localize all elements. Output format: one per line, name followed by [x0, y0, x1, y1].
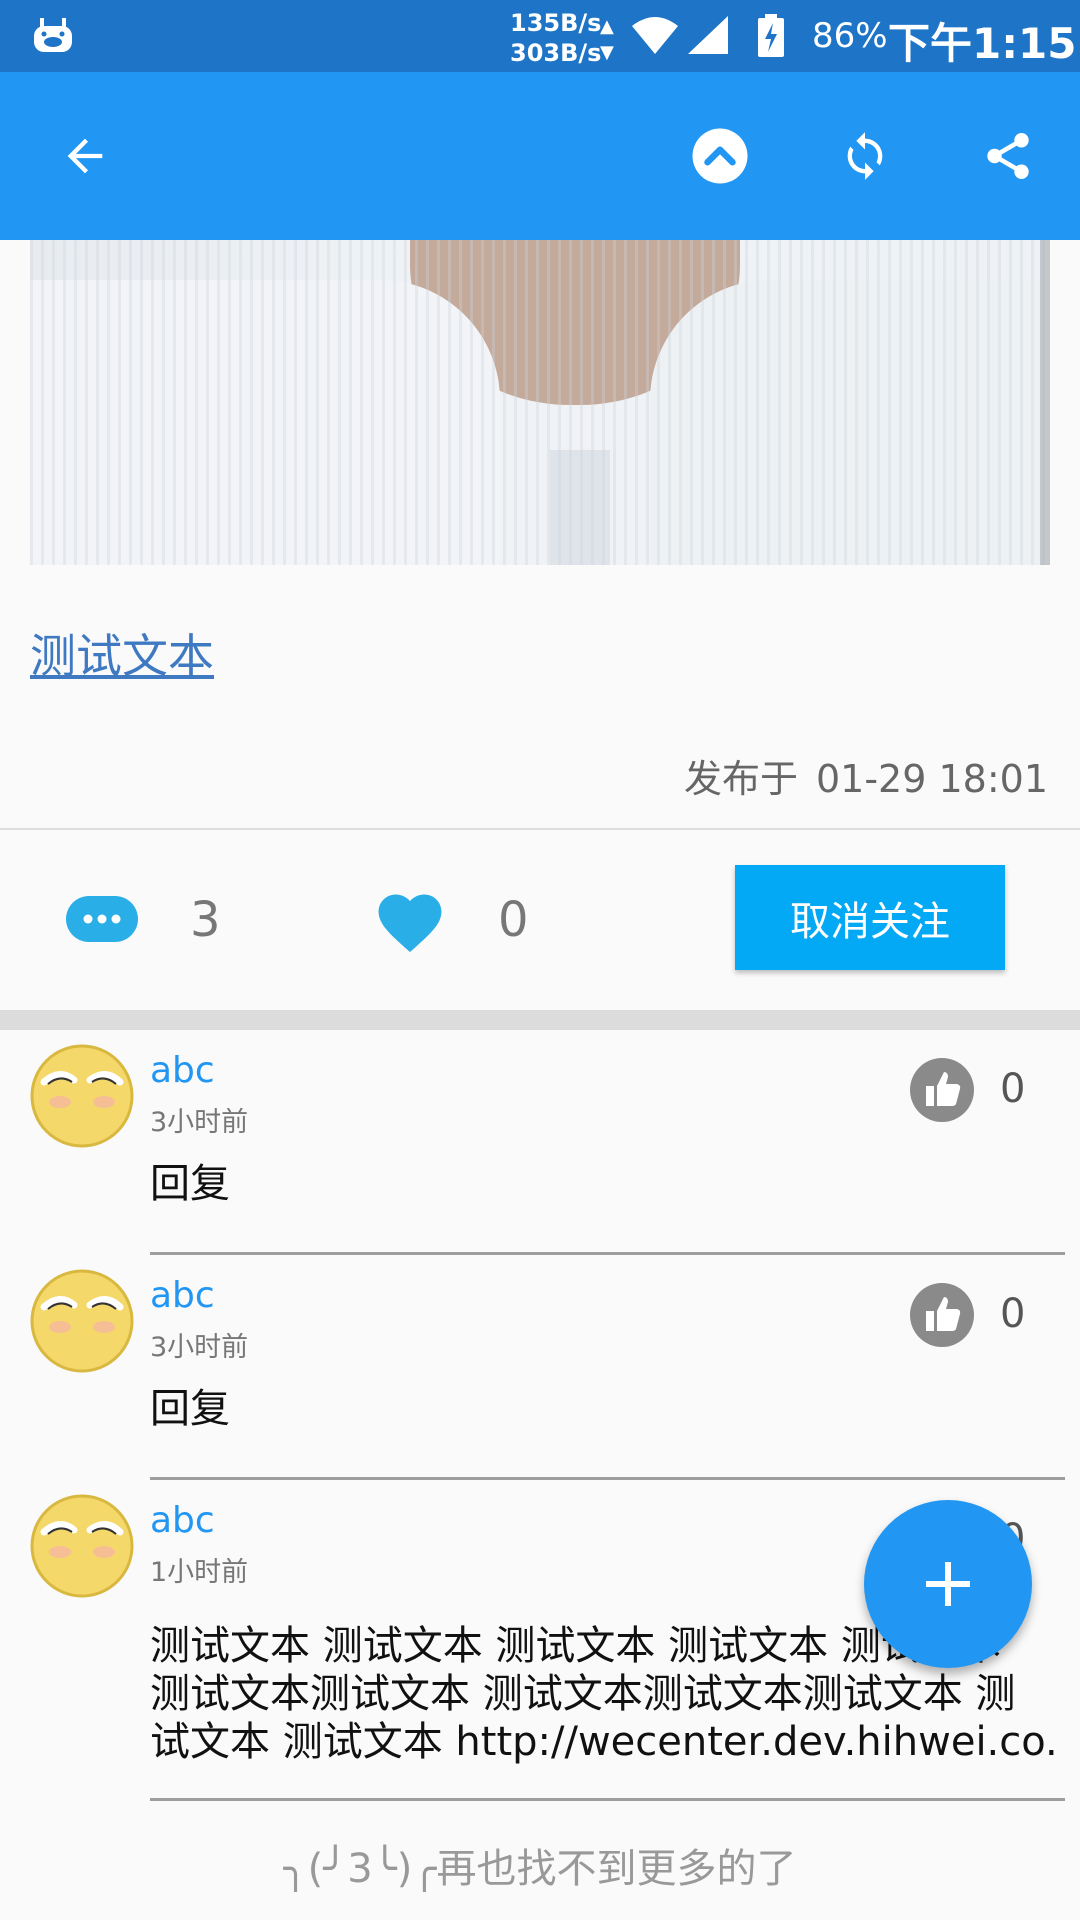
comment-username[interactable]: abc: [150, 1500, 215, 1541]
published-date: 01-29 18:01: [815, 757, 1048, 801]
notification-robot-icon: [34, 18, 72, 52]
wifi-icon: [632, 17, 678, 54]
comment-time: 3小时前: [150, 1107, 249, 1138]
comment-like-count: 0: [1000, 1066, 1026, 1112]
add-comment-fab[interactable]: [864, 1500, 1032, 1668]
comment-body-line: 测试文本测试文本 测试文本测试文本测试文本 测: [150, 1671, 1016, 1717]
like-count: 0: [498, 892, 529, 948]
comment-item: abc 3小时前 0 回复: [0, 1030, 1080, 1255]
heart-icon[interactable]: [372, 886, 448, 952]
avatar[interactable]: [30, 1044, 134, 1148]
comment-count: 3: [190, 892, 221, 948]
arrow-back-icon: [67, 138, 103, 174]
app-bar: [0, 72, 1080, 240]
comment-icon[interactable]: [66, 896, 138, 944]
share-icon: [987, 133, 1029, 179]
battery-percent: 86%: [812, 16, 888, 56]
signal-icon: [688, 16, 728, 54]
section-divider: [0, 1010, 1080, 1030]
net-up-speed: 135B/s: [510, 9, 602, 37]
chevron-up-circle-icon: [692, 128, 748, 184]
avatar[interactable]: [30, 1494, 134, 1598]
published-info: 发布于 01-29 18:01: [684, 748, 1048, 803]
avatar[interactable]: [30, 1269, 134, 1373]
network-speed: 135B/s 303B/s: [510, 8, 601, 68]
plus-icon: [926, 1562, 970, 1606]
share-button[interactable]: [953, 72, 1063, 240]
thumb-up-icon[interactable]: [910, 1283, 974, 1347]
comment-time: 3小时前: [150, 1332, 249, 1363]
status-bar: 135B/s 303B/s ▲ ▼ 86% 下午1:15: [0, 0, 1080, 72]
comment-username[interactable]: abc: [150, 1275, 215, 1316]
article-actions: 3 0 取消关注: [0, 830, 1080, 1010]
thumb-up-icon[interactable]: [910, 1058, 974, 1122]
refresh-icon: [847, 132, 883, 180]
scroll-top-button[interactable]: [665, 72, 775, 240]
comment-body: 回复: [150, 1386, 230, 1432]
comment-body: 回复: [150, 1161, 230, 1207]
net-down-speed: 303B/s: [510, 39, 602, 67]
comment-like-count: 0: [1000, 1291, 1026, 1337]
published-label: 发布于: [683, 757, 798, 801]
unfollow-button[interactable]: 取消关注: [735, 865, 1005, 970]
clock: 下午1:15: [888, 19, 1077, 68]
comment-username[interactable]: abc: [150, 1050, 215, 1091]
traffic-arrows-icon: ▲ ▼: [600, 16, 614, 63]
comment-body-line: 试文本 测试文本 http://wecenter.dev.hihwei.co..…: [150, 1719, 1060, 1765]
back-button[interactable]: [30, 72, 140, 240]
comment-time: 1小时前: [150, 1557, 249, 1588]
battery-charging-icon: [758, 14, 784, 57]
refresh-button[interactable]: [810, 72, 920, 240]
comment-divider: [150, 1798, 1065, 1801]
article-link[interactable]: 测试文本: [30, 620, 214, 686]
article-image: [30, 240, 1050, 565]
comment-item: abc 3小时前 0 回复: [0, 1255, 1080, 1480]
end-of-list-message: ╮(╯3╰)╭再也找不到更多的了: [283, 1846, 797, 1892]
